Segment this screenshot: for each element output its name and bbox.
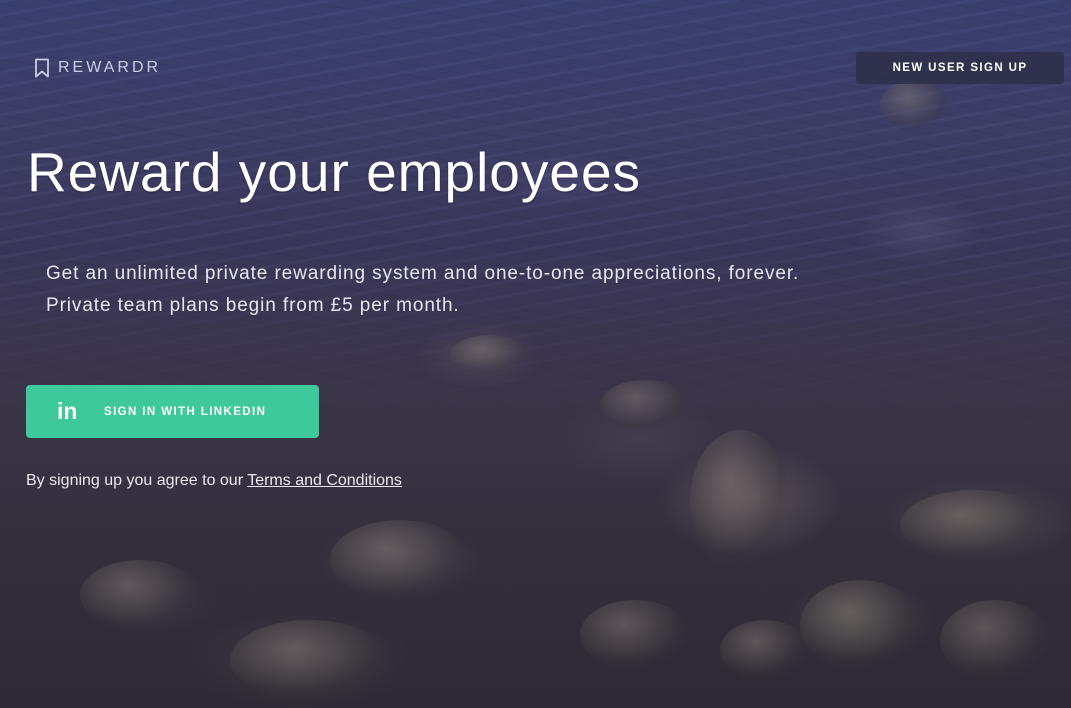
linkedin-signin-button[interactable]: in SIGN IN WITH LINKEDIN xyxy=(26,385,319,438)
linkedin-signin-label: SIGN IN WITH LINKEDIN xyxy=(104,406,267,418)
terms-prefix: By signing up you agree to our xyxy=(26,472,248,489)
page-title: Reward your employees xyxy=(27,141,642,203)
description-line-1: Get an unlimited private rewarding syste… xyxy=(46,263,800,284)
hero-description: Get an unlimited private rewarding syste… xyxy=(46,258,799,322)
linkedin-icon: in xyxy=(57,398,78,424)
bookmark-icon xyxy=(34,58,50,78)
brand-name: REWARDR xyxy=(58,59,162,76)
new-user-signup-button[interactable]: NEW USER SIGN UP xyxy=(856,52,1064,84)
brand-logo[interactable]: REWARDR xyxy=(34,58,161,78)
terms-notice: By signing up you agree to our Terms and… xyxy=(26,472,402,490)
terms-link[interactable]: Terms and Conditions xyxy=(247,472,402,489)
stones-texture xyxy=(0,0,1071,708)
description-line-2: Private team plans begin from £5 per mon… xyxy=(46,295,460,316)
hero-background: REWARDR NEW USER SIGN UP Reward your emp… xyxy=(0,0,1071,708)
